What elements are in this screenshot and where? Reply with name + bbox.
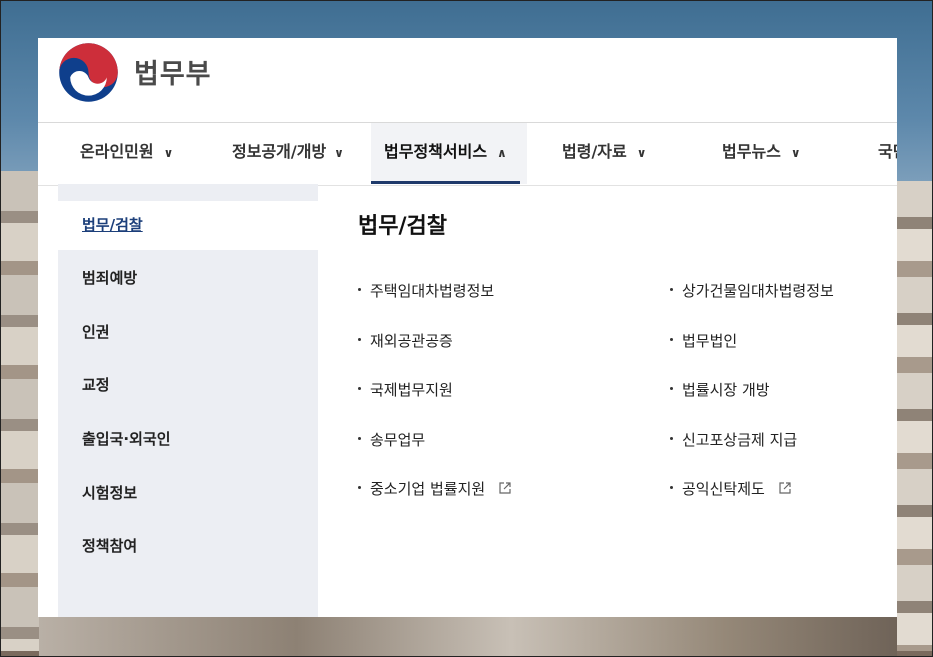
link-label: 중소기업 법률지원 — [370, 480, 486, 498]
chevron-down-icon: ∨ — [334, 146, 344, 160]
gnb-item-news[interactable]: 법무뉴스 ∨ — [722, 123, 801, 183]
browser-frame: 법무부 온라인민원 ∨ 정보공개/개방 ∨ 법무정책서비스 ∧ 법령/자료 ∨ 법무뉴스… — [0, 0, 933, 657]
link-public-trust[interactable]: 공익신탁제도 — [670, 478, 792, 499]
sidebar-item-policy-participation[interactable]: 정책참여 — [58, 522, 318, 571]
gnb-item-laws-data[interactable]: 법령/자료 ∨ — [562, 123, 646, 183]
bullet-icon — [670, 338, 673, 341]
bullet-icon — [358, 486, 361, 489]
link-overseas-notarization[interactable]: 재외공관공증 — [358, 330, 453, 351]
chevron-down-icon: ∨ — [163, 146, 174, 160]
link-label: 국제법무지원 — [370, 381, 453, 399]
content-title: 법무/검찰 — [358, 214, 447, 239]
sidebar-item-crime-prevention[interactable]: 범죄예방 — [58, 254, 318, 303]
link-label: 송무업무 — [370, 431, 426, 449]
external-link-icon — [778, 481, 791, 494]
link-law-firms[interactable]: 법무법인 — [670, 330, 737, 351]
gnb-item-label: 국민 — [878, 142, 897, 161]
global-navigation: 온라인민원 ∨ 정보공개/개방 ∨ 법무정책서비스 ∧ 법령/자료 ∨ 법무뉴스 ∨ 국민 — [38, 122, 897, 186]
bullet-icon — [358, 288, 361, 291]
external-link-icon — [499, 481, 511, 494]
link-international-legal-support[interactable]: 국제법무지원 — [358, 379, 453, 400]
gnb-item-label: 법무정책서비스 — [384, 142, 488, 161]
mega-menu-panel: 법무부 온라인민원 ∨ 정보공개/개방 ∨ 법무정책서비스 ∧ 법령/자료 ∨ 법무뉴스… — [38, 38, 897, 617]
gnb-item-label: 온라인민원 — [80, 142, 154, 161]
link-label: 공익신탁제도 — [682, 480, 765, 498]
link-label: 법무법인 — [682, 332, 738, 350]
taegeuk-logo-icon[interactable] — [58, 42, 119, 103]
background-photo-bottom — [39, 616, 897, 656]
link-legal-market-opening[interactable]: 법률시장 개방 — [670, 379, 770, 400]
sidebar-item-prosecution[interactable]: 법무/검찰 — [58, 201, 318, 250]
link-reward-payment[interactable]: 신고포상금제 지급 — [670, 429, 797, 450]
bullet-icon — [670, 387, 673, 390]
link-housing-lease-law[interactable]: 주택임대차법령정보 — [358, 280, 494, 301]
gnb-item-online-petition[interactable]: 온라인민원 ∨ — [80, 123, 173, 183]
bullet-icon — [670, 437, 673, 440]
link-label: 법률시장 개방 — [682, 381, 770, 399]
bullet-icon — [358, 437, 361, 440]
site-header: 법무부 — [38, 38, 897, 122]
link-label: 상가건물임대차법령정보 — [682, 282, 834, 300]
submenu-sidebar: 법무/검찰 범죄예방 인권 교정 출입국·외국인 시험정보 정책참여 — [58, 184, 318, 617]
brand-name[interactable]: 법무부 — [134, 52, 212, 91]
link-label: 주택임대차법령정보 — [370, 282, 495, 300]
background-photo-left — [1, 171, 39, 651]
gnb-item-label: 정보공개/개방 — [232, 142, 327, 161]
gnb-item-policy-services[interactable]: 법무정책서비스 ∧ — [371, 123, 520, 184]
link-commercial-lease-law[interactable]: 상가건물임대차법령정보 — [670, 280, 834, 301]
chevron-down-icon: ∨ — [636, 146, 647, 160]
bullet-icon — [670, 486, 673, 489]
gnb-item-label: 법령/자료 — [562, 142, 627, 161]
link-label: 재외공관공증 — [370, 332, 453, 350]
sidebar-item-exam-info[interactable]: 시험정보 — [58, 469, 318, 518]
link-litigation-affairs[interactable]: 송무업무 — [358, 429, 425, 450]
background-photo-right — [897, 181, 932, 651]
gnb-item-label: 법무뉴스 — [722, 142, 781, 161]
chevron-down-icon: ∨ — [790, 146, 801, 160]
bullet-icon — [358, 338, 361, 341]
gnb-item-info-disclosure[interactable]: 정보공개/개방 ∨ — [232, 123, 344, 183]
bullet-icon — [670, 288, 673, 291]
sidebar-item-human-rights[interactable]: 인권 — [58, 308, 318, 357]
bullet-icon — [358, 387, 361, 390]
link-sme-legal-support[interactable]: 중소기업 법률지원 — [358, 478, 512, 499]
chevron-up-icon: ∧ — [497, 146, 507, 160]
link-label: 신고포상금제 지급 — [682, 431, 798, 449]
sidebar-item-immigration[interactable]: 출입국·외국인 — [58, 415, 318, 464]
gnb-item-public[interactable]: 국민 — [878, 123, 897, 183]
sidebar-item-correction[interactable]: 교정 — [58, 361, 318, 410]
